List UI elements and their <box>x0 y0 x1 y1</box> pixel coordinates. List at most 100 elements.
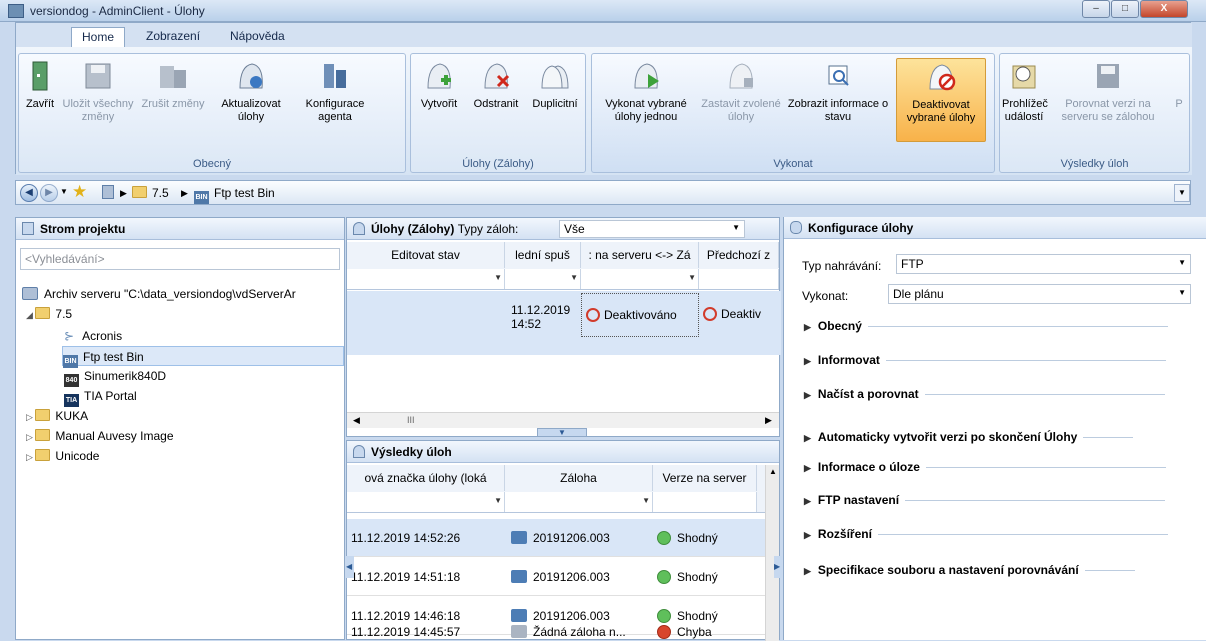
save-icon <box>83 60 113 92</box>
tree-item-acronis[interactable]: ⊱ Acronis <box>64 326 122 346</box>
tree-folder-75[interactable]: ◢ 7.5 <box>26 304 72 324</box>
tree-item-ftp-test-bin[interactable]: BIN Ftp test Bin <box>62 346 344 368</box>
col-previous[interactable]: Předchozí z <box>699 242 779 268</box>
back-button[interactable]: ◀ <box>20 184 38 202</box>
tab-napoveda[interactable]: Nápověda <box>220 27 295 47</box>
col-server-version[interactable]: Verze na server <box>653 465 757 491</box>
forward-button[interactable]: ▶ <box>40 184 58 202</box>
task-row[interactable]: 11.12.2019 14:52 Deaktivováno Deaktiv <box>347 291 781 355</box>
tree-root[interactable]: Archiv serveru "C:\data_versiondog\vdSer… <box>22 284 296 304</box>
chevron-down-icon: ▼ <box>642 496 650 505</box>
filter-timestamp[interactable]: ▼ <box>347 492 505 512</box>
maximize-button[interactable]: □ <box>1111 0 1139 18</box>
show-status-button[interactable]: Zobrazit informace o stavu <box>784 58 892 144</box>
ribbon: Home Zobrazení Nápověda Zavřít Uložit vš… <box>15 22 1192 175</box>
scroll-right-icon: ▶ <box>765 415 772 425</box>
col-editovat-stav[interactable]: Editovat stav <box>347 242 505 268</box>
section-nacist[interactable]: ▶ Načíst a porovnat <box>804 387 1165 401</box>
group-label-obecny: Obecný <box>193 158 231 170</box>
left-splitter-button[interactable]: ◀ <box>346 556 354 578</box>
section-auto-version[interactable]: ▶ Automaticky vytvořit verzi po skončení … <box>804 430 1134 444</box>
col-server-compare[interactable]: : na serveru <-> Zá <box>581 242 699 268</box>
expand-arrow-icon: ▶ <box>804 433 811 443</box>
filter-server-version[interactable] <box>653 492 757 512</box>
result-row[interactable]: 11.12.2019 14:45:57 Žádná záloha n... Ch… <box>347 625 765 641</box>
minimize-button[interactable]: – <box>1082 0 1110 18</box>
more-button[interactable]: P <box>1170 58 1188 144</box>
divider <box>867 326 1168 328</box>
section-file-spec[interactable]: ▶ Specifikace souboru a nastavení porovná… <box>804 563 1135 577</box>
filter-previous[interactable] <box>699 269 779 289</box>
acronis-icon: ⊱ <box>64 329 75 343</box>
chevron-down-icon: ▼ <box>1178 288 1186 297</box>
filter-editovat-stav[interactable]: ▼ <box>347 269 505 289</box>
compare-version-button[interactable]: Porovnat verzi na serveru se zálohou <box>1048 58 1168 144</box>
save-icon <box>511 609 527 622</box>
divider <box>1083 437 1134 439</box>
chevron-down-icon: ▼ <box>1178 258 1186 267</box>
archive-db-icon <box>102 185 114 199</box>
tree-item-sinumerik[interactable]: 840 Sinumerik840D <box>64 366 166 387</box>
play-icon <box>631 60 661 92</box>
breadcrumb-folder[interactable]: 7.5 <box>132 186 169 200</box>
history-dropdown[interactable]: ▼ <box>60 187 68 196</box>
save-all-button[interactable]: Uložit všechny změny <box>59 58 137 144</box>
filter-backup[interactable]: ▼ <box>505 492 653 512</box>
tree-folder-unicode[interactable]: ▷ Unicode <box>26 446 99 466</box>
run-mode-select[interactable]: Dle plánu ▼ <box>888 284 1191 304</box>
refresh-tasks-button[interactable]: Aktualizovat úlohy <box>209 58 293 144</box>
upload-type-select[interactable]: FTP ▼ <box>896 254 1191 274</box>
section-informovat[interactable]: ▶ Informovat <box>804 353 1166 367</box>
task-server-status[interactable]: Deaktivováno <box>581 293 699 337</box>
agent-icon <box>320 60 350 92</box>
right-splitter-button[interactable]: ▶ <box>774 556 782 578</box>
address-dropdown[interactable]: ▼ <box>1174 184 1190 202</box>
door-icon <box>25 60 55 92</box>
folder-icon <box>35 429 51 441</box>
results-vscrollbar[interactable]: ▲ <box>765 465 779 641</box>
duplicate-task-button[interactable]: Duplicitní <box>527 58 583 144</box>
backup-type-select[interactable]: Vše ▼ <box>559 220 745 238</box>
create-task-button[interactable]: Vytvořit <box>413 58 465 144</box>
close-doc-button[interactable]: Zavřít <box>21 58 59 144</box>
close-button[interactable]: X <box>1140 0 1188 18</box>
run-once-button[interactable]: Vykonat vybrané úlohy jednou <box>594 58 698 144</box>
section-obecny[interactable]: ▶ Obecný <box>804 319 1168 333</box>
col-last-run[interactable]: lední spuš <box>505 242 581 268</box>
chevron-down-icon: ▼ <box>570 273 578 282</box>
favorites-star-icon[interactable]: ★ <box>72 183 92 203</box>
tree-folder-kuka[interactable]: ▷ KUKA <box>26 406 88 426</box>
event-viewer-button[interactable]: Prohlížeč událostí <box>1002 58 1048 144</box>
tab-home[interactable]: Home <box>71 27 126 47</box>
col-backup[interactable]: Záloha <box>505 465 653 491</box>
deactivate-tasks-button[interactable]: Deaktivovat vybrané úlohy <box>896 58 986 142</box>
collapsed-arrow-icon: ▷ <box>26 432 36 442</box>
delete-task-button[interactable]: Odstranit <box>467 58 525 144</box>
tree-search-input[interactable]: <Vyhledávání> <box>20 248 340 270</box>
breadcrumb-item[interactable]: BIN Ftp test Bin <box>194 186 275 204</box>
tasks-hscrollbar[interactable]: ◀ III ▶ <box>347 412 779 428</box>
result-row[interactable]: 11.12.2019 14:52:26 20191206.003 Shodný <box>347 519 765 557</box>
folder-open-icon <box>35 307 51 319</box>
refresh-icon <box>236 60 266 92</box>
tree-item-tia-portal[interactable]: TIA TIA Portal <box>64 386 137 407</box>
stop-tasks-button[interactable]: Zastavit zvolené úlohy <box>700 58 782 144</box>
chevron-down-icon: ▼ <box>732 223 740 232</box>
section-task-info[interactable]: ▶ Informace o úloze <box>804 460 1166 474</box>
tab-zobrazeni[interactable]: Zobrazení <box>136 27 210 47</box>
undo-icon <box>158 60 188 92</box>
window-title: versiondog - AdminClient - Úlohy <box>30 4 205 18</box>
result-row[interactable]: 11.12.2019 14:51:18 20191206.003 Shodný <box>347 558 765 596</box>
collapsed-arrow-icon: ▷ <box>26 452 36 462</box>
section-rozsireni[interactable]: ▶ Rozšíření <box>804 527 1168 541</box>
collapsed-arrow-icon: ▷ <box>26 412 36 422</box>
cancel-changes-button[interactable]: Zrušit změny <box>139 58 207 144</box>
section-ftp[interactable]: ▶ FTP nastavení <box>804 493 1166 507</box>
filter-last-run[interactable]: ▼ <box>505 269 581 289</box>
tree-folder-manual[interactable]: ▷ Manual Auvesy Image <box>26 426 174 446</box>
ribbon-toolbar: Zavřít Uložit všechny změny Zrušit změny… <box>16 47 1192 175</box>
configure-agent-button[interactable]: Konfigurace agenta <box>295 58 375 144</box>
filter-server-compare[interactable]: ▼ <box>581 269 699 289</box>
splitter-collapse-button[interactable]: ▼ <box>537 428 587 437</box>
col-timestamp[interactable]: ová značka úlohy (loká <box>347 465 505 491</box>
